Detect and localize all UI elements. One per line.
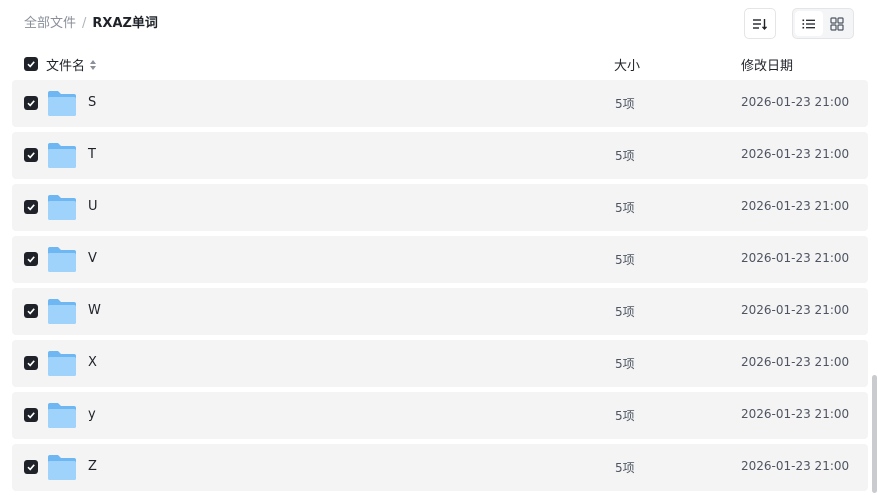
file-name[interactable]: T	[88, 147, 96, 162]
check-icon	[27, 412, 35, 419]
table-header: 文件名 大小 修改日期	[0, 50, 878, 78]
check-icon	[27, 100, 35, 107]
file-size: 5项	[615, 305, 635, 319]
file-size: 5项	[615, 97, 635, 111]
row-checkbox[interactable]	[24, 200, 38, 214]
file-size: 5项	[615, 253, 635, 267]
sort-button[interactable]	[744, 8, 776, 39]
file-name[interactable]: S	[88, 95, 96, 110]
folder-icon	[48, 455, 76, 480]
select-all-checkbox[interactable]	[24, 57, 38, 71]
file-name[interactable]: U	[88, 199, 98, 214]
row-checkbox[interactable]	[24, 148, 38, 162]
file-date: 2026-01-23 21:00	[741, 147, 850, 161]
file-date: 2026-01-23 21:00	[741, 199, 850, 213]
folder-icon	[48, 247, 76, 272]
column-header-date[interactable]: 修改日期	[741, 55, 793, 74]
view-mode-toggle	[792, 8, 854, 39]
folder-icon	[48, 143, 76, 168]
row-checkbox[interactable]	[24, 408, 38, 422]
column-header-size[interactable]: 大小	[614, 55, 640, 74]
top-bar: 全部文件 / RXAZ单词	[0, 0, 878, 48]
check-icon	[27, 308, 35, 315]
vertical-scrollbar[interactable]	[872, 375, 877, 493]
column-header-name[interactable]: 文件名	[46, 55, 97, 74]
file-row-z[interactable]: Z 5项 2026-01-23 21:00	[12, 444, 868, 491]
file-date: 2026-01-23 21:00	[741, 251, 850, 265]
folder-icon	[48, 91, 76, 116]
file-row-w[interactable]: W 5项 2026-01-23 21:00	[12, 288, 868, 335]
check-icon	[27, 360, 35, 367]
check-icon	[27, 464, 35, 471]
file-name[interactable]: X	[88, 355, 97, 370]
row-checkbox[interactable]	[24, 460, 38, 474]
file-date: 2026-01-23 21:00	[741, 95, 850, 109]
file-date: 2026-01-23 21:00	[741, 303, 850, 317]
file-name[interactable]: W	[88, 303, 101, 318]
breadcrumb-current: RXAZ单词	[92, 16, 158, 31]
breadcrumb: 全部文件 / RXAZ单词	[24, 15, 158, 33]
folder-icon	[48, 403, 76, 428]
check-icon	[27, 152, 35, 159]
breadcrumb-root-link[interactable]: 全部文件	[24, 16, 76, 31]
file-name[interactable]: y	[88, 407, 96, 422]
row-checkbox[interactable]	[24, 96, 38, 110]
breadcrumb-separator: /	[82, 16, 87, 31]
file-row-u[interactable]: U 5项 2026-01-23 21:00	[12, 184, 868, 231]
row-checkbox[interactable]	[24, 252, 38, 266]
folder-icon	[48, 195, 76, 220]
file-name[interactable]: Z	[88, 459, 97, 474]
file-size: 5项	[615, 409, 635, 423]
file-row-x[interactable]: X 5项 2026-01-23 21:00	[12, 340, 868, 387]
row-checkbox[interactable]	[24, 356, 38, 370]
check-icon	[27, 61, 35, 68]
file-date: 2026-01-23 21:00	[741, 459, 850, 473]
file-date: 2026-01-23 21:00	[741, 355, 850, 369]
folder-icon	[48, 351, 76, 376]
row-checkbox[interactable]	[24, 304, 38, 318]
file-size: 5项	[615, 461, 635, 475]
file-size: 5项	[615, 357, 635, 371]
file-row-y[interactable]: y 5项 2026-01-23 21:00	[12, 392, 868, 439]
file-name[interactable]: V	[88, 251, 97, 266]
sort-list-icon	[753, 18, 768, 30]
sort-caret-icon	[90, 59, 97, 70]
list-view-button[interactable]	[795, 11, 823, 36]
file-row-s[interactable]: S 5项 2026-01-23 21:00	[12, 80, 868, 127]
file-row-v[interactable]: V 5项 2026-01-23 21:00	[12, 236, 868, 283]
file-row-t[interactable]: T 5项 2026-01-23 21:00	[12, 132, 868, 179]
file-size: 5项	[615, 201, 635, 215]
file-size: 5项	[615, 149, 635, 163]
grid-view-button[interactable]	[823, 11, 851, 36]
list-view-icon	[802, 19, 815, 28]
folder-icon	[48, 299, 76, 324]
column-header-name-label: 文件名	[46, 59, 86, 74]
grid-view-icon	[830, 16, 844, 31]
file-date: 2026-01-23 21:00	[741, 407, 850, 421]
check-icon	[27, 204, 35, 211]
check-icon	[27, 256, 35, 263]
